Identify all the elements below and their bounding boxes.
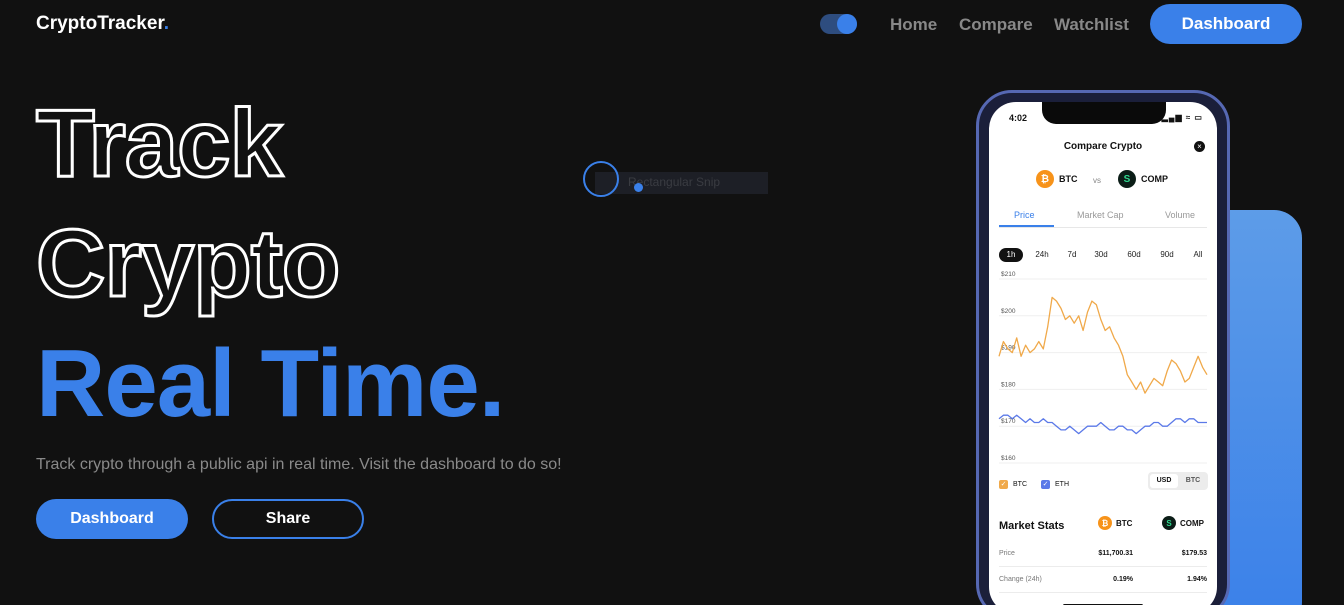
stats-btc-label: BTC: [1116, 518, 1133, 528]
toggle-knob: [837, 14, 857, 34]
market-stats-title: Market Stats: [999, 520, 1065, 532]
logo[interactable]: CryptoTracker.: [36, 13, 169, 35]
y-tick-label: $210: [1001, 271, 1016, 278]
currency-btc-button[interactable]: BTC: [1180, 474, 1206, 488]
compound-icon: S: [1162, 516, 1176, 530]
logo-dot: .: [163, 13, 170, 34]
nav-compare-link[interactable]: Compare: [959, 15, 1033, 35]
y-tick-label: $200: [1001, 308, 1016, 315]
y-tick-label: $160: [1001, 455, 1016, 462]
phone-screen: 4:02 ▂▄▆ ≈ ▭ Compare Crypto × ₿ BTC vs S…: [989, 102, 1217, 605]
coin-btc-label: BTC: [1059, 174, 1078, 184]
vs-label: vs: [1093, 176, 1101, 185]
hero-title-line2: Crypto: [34, 210, 341, 317]
nav-dashboard-button[interactable]: Dashboard: [1150, 4, 1302, 44]
phone-mockup: 4:02 ▂▄▆ ≈ ▭ Compare Crypto × ₿ BTC vs S…: [976, 90, 1230, 605]
range-24h[interactable]: 24h: [1032, 248, 1052, 262]
phone-notch: [1042, 102, 1166, 124]
stat-label-price: Price: [999, 550, 1015, 557]
price-chart: $210$200$190$180$170$160: [998, 271, 1208, 464]
stats-coin-btc: ₿ BTC: [1098, 516, 1132, 530]
tab-price[interactable]: Price: [1014, 210, 1035, 220]
tab-divider: [999, 227, 1207, 228]
stat-value-comp-change: 1.94%: [1187, 576, 1207, 583]
nav-home-link[interactable]: Home: [890, 15, 937, 35]
bitcoin-icon: ₿: [1098, 516, 1112, 530]
range-1h[interactable]: 1h: [999, 248, 1023, 262]
nav-watchlist-link[interactable]: Watchlist: [1054, 15, 1129, 35]
status-icons: ▂▄▆ ≈ ▭: [1161, 113, 1203, 122]
y-tick-label: $170: [1001, 418, 1016, 425]
range-60d[interactable]: 60d: [1125, 248, 1143, 262]
stat-label-change: Change (24h): [999, 576, 1042, 583]
hero-share-button[interactable]: Share: [212, 499, 364, 539]
range-30d[interactable]: 30d: [1092, 248, 1110, 262]
checkbox-icon: ✓: [999, 480, 1008, 489]
range-7d[interactable]: 7d: [1065, 248, 1079, 262]
legend-eth-label: ETH: [1055, 481, 1069, 488]
stat-divider: [999, 566, 1207, 567]
hero-dashboard-button[interactable]: Dashboard: [36, 499, 188, 539]
tab-volume[interactable]: Volume: [1165, 210, 1195, 220]
checkbox-icon: ✓: [1041, 480, 1050, 489]
top-navbar: CryptoTracker. Home Compare Watchlist Da…: [0, 0, 1344, 50]
series-line-btc: [998, 296, 1208, 394]
close-icon[interactable]: ×: [1194, 141, 1205, 152]
legend-eth[interactable]: ✓ ETH: [1041, 480, 1069, 489]
status-time: 4:02: [1009, 113, 1028, 123]
hero-title-line3: Real Time.: [36, 330, 505, 437]
stat-value-btc-price: $11,700.31: [1098, 550, 1133, 557]
legend-btc-label: BTC: [1013, 481, 1027, 488]
range-90d[interactable]: 90d: [1158, 248, 1176, 262]
hero-title-line1: Track: [35, 90, 285, 197]
currency-usd-button[interactable]: USD: [1150, 474, 1178, 488]
y-tick-label: $180: [1001, 381, 1016, 388]
coin-select-comp[interactable]: S COMP: [1118, 170, 1168, 188]
theme-toggle[interactable]: [820, 14, 857, 34]
stat-value-btc-change: 0.19%: [1113, 576, 1133, 583]
coin-comp-label: COMP: [1141, 174, 1168, 184]
tab-active-underline: [999, 225, 1054, 227]
snip-tooltip: Rectangular Snip: [595, 172, 768, 194]
stat-divider: [999, 592, 1207, 593]
snip-cursor-dot: [634, 183, 643, 192]
stat-value-comp-price: $179.53: [1181, 550, 1207, 557]
stats-comp-label: COMP: [1180, 518, 1204, 528]
logo-text: CryptoTracker: [36, 13, 164, 34]
coin-select-btc[interactable]: ₿ BTC: [1036, 170, 1078, 188]
legend-btc[interactable]: ✓ BTC: [999, 480, 1027, 489]
compare-title: Compare Crypto: [1063, 141, 1143, 152]
range-all[interactable]: All: [1191, 248, 1205, 262]
snip-cursor-ring: [583, 161, 619, 197]
compound-icon: S: [1118, 170, 1136, 188]
stats-coin-comp: S COMP: [1162, 516, 1204, 530]
tab-market-cap[interactable]: Market Cap: [1077, 210, 1124, 220]
bitcoin-icon: ₿: [1036, 170, 1054, 188]
hero-tagline: Track crypto through a public api in rea…: [36, 456, 562, 473]
currency-toggle: USD BTC: [1148, 472, 1208, 490]
series-line-eth: [998, 414, 1207, 435]
